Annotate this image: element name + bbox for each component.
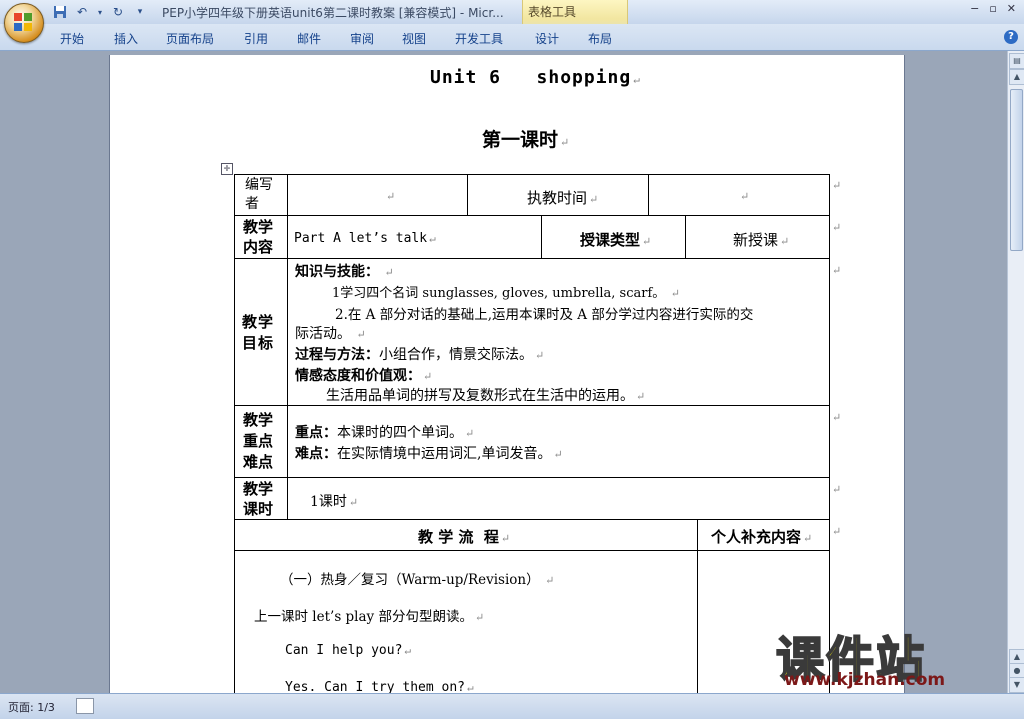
key-line: 重点：本课时的四个单词。 ↵ — [295, 425, 475, 441]
scroll-up-icon[interactable]: ▲ — [1009, 69, 1024, 85]
row-end-mark: ↵ — [832, 525, 842, 538]
customize-qat-icon[interactable]: ▾ — [132, 4, 148, 20]
office-button[interactable] — [4, 3, 44, 43]
tab-layout[interactable]: 布局 — [588, 30, 612, 47]
author-label: 编写者 — [245, 177, 273, 212]
close-icon[interactable]: ✕ — [1007, 2, 1016, 15]
teaching-time-value[interactable]: ↵ — [738, 188, 749, 204]
document-page[interactable]: Unit 6 shopping ↵ 第一课时 ↵ ✛ ↵ ↵ ↵ ↵ ↵ ↵ 编… — [110, 55, 904, 693]
row-end-mark: ↵ — [832, 221, 842, 234]
lesson-title: 第一课时 ↵ — [482, 129, 570, 151]
proofing-status-icon[interactable] — [76, 698, 94, 714]
window-title: PEP小学四年级下册英语unit6第二课时教案 [兼容模式] - Micr... — [162, 6, 504, 20]
table-tools-label: 表格工具 — [528, 5, 577, 19]
row-end-mark: ↵ — [832, 483, 842, 496]
ruler-toggle-icon[interactable]: ▤ — [1009, 53, 1024, 69]
quick-access-toolbar: ↶ ▾ ↻ ▾ — [52, 4, 148, 20]
tab-mailings[interactable]: 邮件 — [297, 30, 321, 47]
hours-label: 教学课时 — [243, 480, 274, 518]
row-end-mark: ↵ — [832, 264, 842, 277]
office-logo-icon — [14, 13, 34, 33]
help-icon[interactable]: ? — [1004, 30, 1018, 44]
tab-developer[interactable]: 开发工具 — [455, 30, 503, 47]
kjzhan-watermark: 课件站 www.kjzhan.com — [770, 620, 1020, 692]
keypoints-label: 教学重点难点 — [243, 411, 274, 471]
title-bar: ↶ ▾ ↻ ▾ 表格工具 PEP小学四年级下册英语unit6第二课时教案 [兼容… — [0, 0, 1024, 48]
teaching-time-label: 执教时间 ↵ — [527, 189, 599, 207]
document-workspace: Unit 6 shopping ↵ 第一课时 ↵ ✛ ↵ ↵ ↵ ↵ ↵ ↵ 编… — [0, 51, 1008, 693]
scroll-thumb[interactable] — [1010, 89, 1023, 251]
watermark-url: www.kjzhan.com — [784, 670, 946, 690]
table-move-handle-icon[interactable]: ✛ — [221, 163, 233, 175]
lesson-type-value[interactable]: 新授课 ↵ — [733, 229, 789, 250]
difficulty-line: 难点：在实际情境中运用词汇,单词发音。 ↵ — [295, 446, 563, 462]
status-bar: 页面: 1/3 — [0, 693, 1024, 719]
knowledge-item-2-cont: 际活动。 ↵ — [295, 326, 366, 342]
tab-view[interactable]: 视图 — [402, 30, 426, 47]
attitude-text: 生活用品单词的拼写及复数形式在生活中的运用。 ↵ — [326, 388, 646, 404]
content-label: 教学内容 — [243, 218, 274, 256]
knowledge-heading: 知识与技能： ↵ — [295, 264, 394, 280]
knowledge-item-1: 1学习四个名词 sunglasses, gloves, umbrella, sc… — [332, 286, 681, 301]
knowledge-item-2: 2.在 A 部分对话的基础上,运用本课时及 A 部分学过内容进行实际的交 — [335, 307, 754, 323]
window-controls: − ▫ ✕ — [970, 2, 1016, 15]
tab-insert[interactable]: 插入 — [114, 30, 138, 47]
content-value[interactable]: Part A let’s talk ↵ — [294, 231, 436, 246]
tab-references[interactable]: 引用 — [244, 30, 268, 47]
tab-home[interactable]: 开始 — [60, 30, 84, 47]
restore-icon[interactable]: ▫ — [989, 2, 996, 15]
hours-value[interactable]: 1课时 ↵ — [310, 491, 358, 511]
tab-review[interactable]: 审阅 — [350, 30, 374, 47]
flow-step-1: （一）热身／复习（Warm-up/Revision） ↵ — [280, 572, 555, 588]
flow-dialog-line-2: Yes. Can I try them on? ↵ — [285, 680, 474, 693]
tab-design[interactable]: 设计 — [535, 30, 559, 47]
supplement-header: 个人补充内容 ↵ — [711, 528, 813, 546]
flow-step-1-text: 上一课时 let’s play 部分句型朗读。 ↵ — [254, 609, 485, 625]
flow-dialog-line-1: Can I help you? ↵ — [285, 643, 412, 658]
attitude-heading: 情感态度和价值观： ↵ — [295, 368, 433, 384]
tab-page-layout[interactable]: 页面布局 — [166, 30, 214, 47]
author-value[interactable]: ↵ — [384, 188, 395, 204]
page-indicator[interactable]: 页面: 1/3 — [8, 699, 55, 715]
undo-dropdown-icon[interactable]: ▾ — [96, 4, 104, 20]
undo-icon[interactable]: ↶ — [74, 4, 90, 20]
flow-header: 教 学 流 程 ↵ — [418, 528, 511, 546]
process-line: 过程与方法：小组合作，情景交际法。 ↵ — [295, 347, 545, 363]
document-body: Unit 6 shopping ↵ 第一课时 ↵ ✛ ↵ ↵ ↵ ↵ ↵ ↵ 编… — [110, 55, 904, 693]
save-icon[interactable] — [52, 4, 68, 20]
minimize-icon[interactable]: − — [970, 2, 979, 15]
vertical-scrollbar[interactable]: ▤ ▲ ▲ ● ▼ — [1007, 51, 1024, 693]
row-end-mark: ↵ — [832, 179, 842, 192]
ribbon-tabs: 开始 插入 页面布局 引用 邮件 审阅 视图 开发工具 设计 布局 — [0, 24, 1024, 51]
row-end-mark: ↵ — [832, 411, 842, 424]
goals-label: 教学目标 — [242, 313, 275, 352]
lesson-type-label: 授课类型 ↵ — [580, 231, 652, 249]
redo-icon[interactable]: ↻ — [110, 4, 126, 20]
unit-title: Unit 6 shopping ↵ — [430, 67, 641, 88]
